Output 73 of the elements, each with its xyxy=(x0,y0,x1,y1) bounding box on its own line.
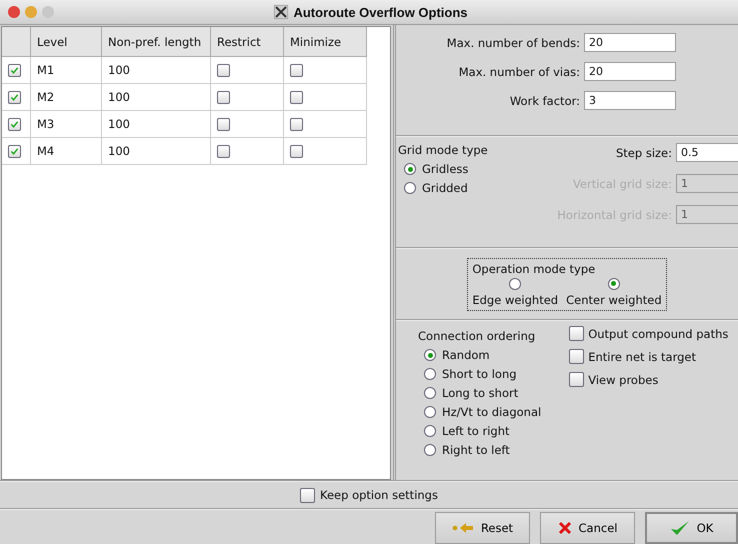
checkmark-icon xyxy=(670,519,690,537)
radio-label: Center weighted xyxy=(566,292,662,306)
radio-button[interactable] xyxy=(424,368,436,380)
radio-button[interactable] xyxy=(424,444,436,456)
radio-label: Long to short xyxy=(442,386,518,400)
checkbox[interactable] xyxy=(569,326,584,341)
window-title: Autoroute Overflow Options xyxy=(293,4,468,20)
cancel-button[interactable]: Cancel xyxy=(540,512,635,544)
group-label: Operation mode type xyxy=(472,262,596,276)
radio-label: Hz/Vt to diagonal xyxy=(442,405,542,419)
radio-label: Gridded xyxy=(422,181,468,195)
table-cell: 100 xyxy=(102,110,210,138)
checkbox[interactable] xyxy=(8,91,21,104)
radio-button[interactable] xyxy=(608,278,620,290)
checkbox[interactable] xyxy=(290,118,303,132)
radio-button[interactable] xyxy=(424,387,436,399)
radio-label: Edge weighted xyxy=(472,292,558,306)
radio-label: Random xyxy=(442,348,490,362)
radio-label: Left to right xyxy=(442,424,510,438)
radio-button[interactable] xyxy=(424,425,436,437)
checkbox[interactable] xyxy=(8,64,21,78)
checkbox-label: View probes xyxy=(588,372,658,386)
radio-button[interactable] xyxy=(424,349,436,361)
table-cell: 100 xyxy=(102,138,210,164)
field-label: Work factor: xyxy=(510,94,580,108)
checkbox[interactable] xyxy=(217,64,230,78)
checkbox[interactable] xyxy=(569,349,584,364)
close-button[interactable] xyxy=(8,6,20,18)
field-label: Step size: xyxy=(616,146,672,160)
input-field[interactable]: 20 xyxy=(584,62,676,81)
checkbox-label: Output compound paths xyxy=(588,326,728,340)
radio-label: Gridless xyxy=(422,162,468,176)
group-label: Grid mode type xyxy=(398,143,488,157)
radio-button[interactable] xyxy=(424,406,436,418)
app-icon xyxy=(274,5,288,19)
group-label: Connection ordering xyxy=(418,329,536,343)
radio-button[interactable] xyxy=(509,278,522,290)
arrow-icon xyxy=(452,522,474,534)
column-header[interactable]: Minimize xyxy=(284,27,366,56)
table-cell: M2 xyxy=(30,84,102,110)
radio-label: Short to long xyxy=(442,367,517,381)
table-cell: M4 xyxy=(30,138,102,164)
checkbox[interactable] xyxy=(300,488,316,502)
checkbox[interactable] xyxy=(569,372,584,387)
table-cell: 100 xyxy=(102,84,210,110)
radio-button[interactable] xyxy=(404,182,416,194)
input-field[interactable]: 0.5 xyxy=(676,143,738,162)
input-field[interactable]: 3 xyxy=(584,91,676,110)
table-cell: M1 xyxy=(30,56,102,84)
checkbox[interactable] xyxy=(217,118,230,132)
checkbox-label: Entire net is target xyxy=(588,350,696,364)
checkbox[interactable] xyxy=(290,64,303,78)
input-field[interactable]: 20 xyxy=(584,33,676,52)
field-label: Max. number of vias: xyxy=(458,64,580,78)
table-cell: 100 xyxy=(102,56,210,84)
checkbox[interactable] xyxy=(217,91,230,104)
checkbox[interactable] xyxy=(290,91,303,104)
reset-button[interactable]: Reset xyxy=(435,512,530,544)
radio-button[interactable] xyxy=(404,163,416,175)
column-header[interactable]: Restrict xyxy=(210,27,284,56)
header-cell xyxy=(2,27,30,56)
column-header[interactable]: Level xyxy=(30,27,102,56)
field-label: Max. number of bends: xyxy=(446,36,580,50)
checkbox[interactable] xyxy=(217,145,230,158)
close-icon xyxy=(558,521,572,535)
ok-button[interactable]: OK xyxy=(645,512,738,544)
radio-label: Right to left xyxy=(442,443,510,457)
checkbox-label: Keep option settings xyxy=(320,488,438,502)
table-cell: M3 xyxy=(30,110,102,138)
checkbox[interactable] xyxy=(290,145,303,158)
checkbox[interactable] xyxy=(8,145,21,158)
column-header[interactable]: Non-pref. length xyxy=(102,27,210,56)
checkbox[interactable] xyxy=(8,118,21,132)
